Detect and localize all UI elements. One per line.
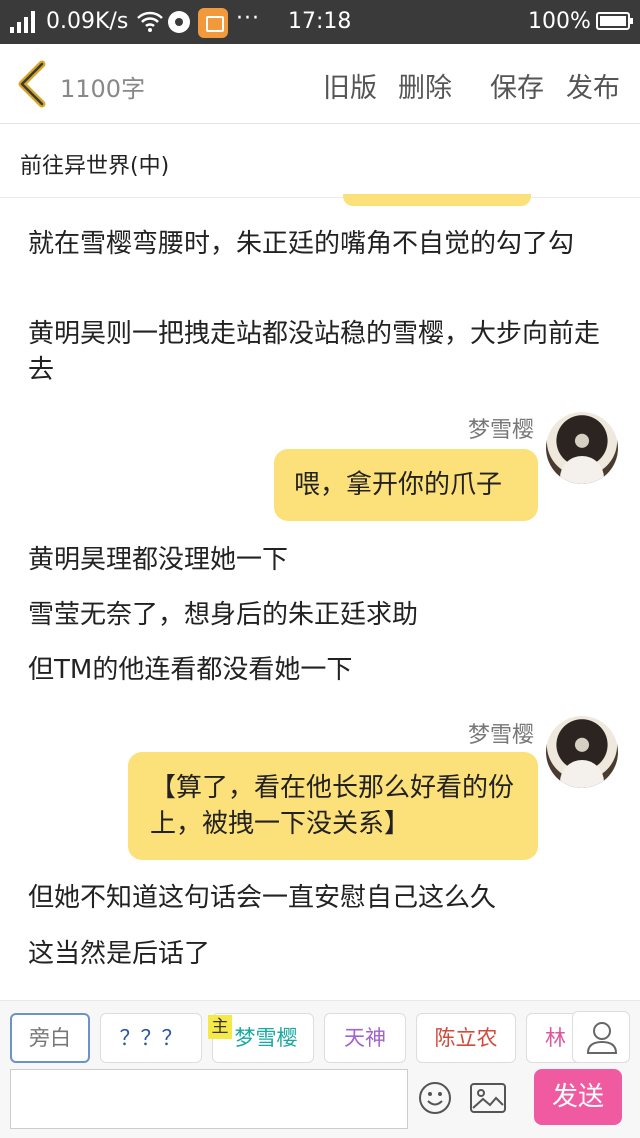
avatar[interactable] — [546, 412, 618, 484]
narration-line[interactable]: 黄明昊则一把拽走站都没站稳的雪樱，大步向前走去 — [28, 316, 618, 388]
message-sender: 梦雪樱 — [468, 723, 535, 748]
user-icon — [586, 1022, 618, 1054]
back-arrow-icon[interactable] — [14, 60, 54, 108]
status-bar: 0.09K/s ··· 17:18 100% — [0, 0, 640, 44]
chat-bubble[interactable]: 喂，拿开你的爪子 — [274, 449, 538, 521]
chip-tianshen[interactable]: 天神 — [324, 1013, 406, 1063]
editor-toolbar: 1100字 旧版 删除 保存 发布 — [0, 44, 640, 124]
word-count: 1100字 — [60, 75, 146, 103]
narration-line[interactable]: 雪莹无奈了，想身后的朱正廷求助 — [28, 597, 618, 633]
host-tag: 主 — [208, 1015, 232, 1039]
clock: 17:18 — [288, 9, 352, 34]
chip-chen-linong[interactable]: 陈立农 — [416, 1013, 516, 1063]
message-sender: 梦雪樱 — [468, 418, 535, 443]
wifi-icon — [137, 11, 163, 32]
narration-line[interactable]: 黄明昊理都没理她一下 — [28, 542, 618, 578]
chip-narrator[interactable]: 旁白 — [10, 1013, 90, 1063]
network-speed: 0.09K/s — [46, 9, 129, 34]
reader-app-icon — [198, 8, 228, 38]
battery-percent: 100% — [528, 9, 591, 34]
delete-button[interactable]: 删除 — [398, 66, 452, 105]
chip-unknown[interactable]: ？？？ — [100, 1013, 202, 1063]
character-bar: 旁白 ？？？ 梦雪樱 主 天神 陈立农 林 发送 — [0, 1000, 640, 1138]
chat-bubble[interactable]: 【算了，看在他长那么好看的份上，被拽一下没关系】 — [128, 752, 538, 860]
emoji-icon[interactable] — [418, 1081, 452, 1115]
avatar[interactable] — [546, 716, 618, 788]
battery-icon — [596, 12, 633, 30]
previous-bubble-edge — [343, 194, 531, 206]
image-icon[interactable] — [470, 1083, 506, 1113]
music-disc-icon — [168, 11, 190, 33]
save-button[interactable]: 保存 — [490, 66, 544, 105]
message-input[interactable] — [10, 1069, 408, 1129]
old-version-button[interactable]: 旧版 — [323, 66, 377, 105]
narration-line[interactable]: 这当然是后话了 — [28, 936, 618, 972]
publish-button[interactable]: 发布 — [566, 66, 620, 105]
narration-line[interactable]: 但她不知道这句话会一直安慰自己这么久 — [28, 880, 618, 916]
chapter-title: 前往异世界(中) — [20, 154, 170, 179]
add-character-button[interactable] — [572, 1011, 630, 1063]
narration-line[interactable]: 但TM的他连看都没看她一下 — [28, 652, 618, 688]
narration-line[interactable]: 就在雪樱弯腰时，朱正廷的嘴角不自觉的勾了勾 — [28, 226, 618, 262]
send-button[interactable]: 发送 — [534, 1069, 622, 1125]
chapter-header[interactable]: 前往异世界(中) — [0, 124, 640, 198]
more-notifications-icon: ··· — [236, 6, 260, 31]
signal-icon — [10, 11, 38, 33]
